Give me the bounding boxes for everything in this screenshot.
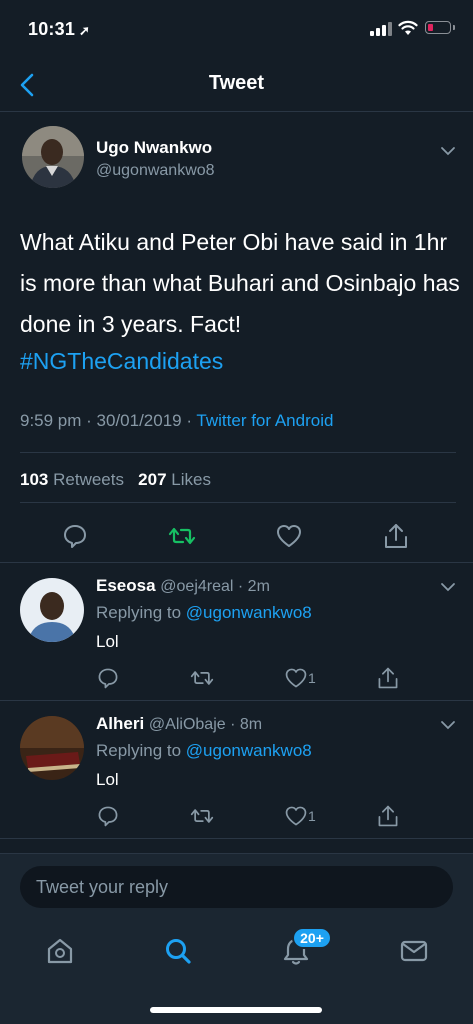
home-icon[interactable] xyxy=(44,935,76,967)
replying-prefix: Replying to xyxy=(96,741,186,760)
share-icon[interactable] xyxy=(376,804,400,828)
tweet-source-link[interactable]: Twitter for Android xyxy=(196,411,333,430)
tweet-timestamp: 9:59 pm · 30/01/2019 · xyxy=(20,411,197,430)
comment-icon[interactable] xyxy=(96,804,120,828)
replying-to: Replying to @ugonwankwo8 xyxy=(96,603,312,623)
tweet-stats: 103 Retweets 207 Likes xyxy=(20,470,211,490)
reply-item[interactable]: Alheri @AliObaje · 8m Replying to @ugonw… xyxy=(0,700,473,838)
chevron-down-icon[interactable] xyxy=(440,146,456,156)
search-icon[interactable] xyxy=(162,935,194,967)
retweet-icon[interactable] xyxy=(190,666,214,690)
chevron-down-icon[interactable] xyxy=(440,582,456,592)
comment-icon[interactable] xyxy=(61,522,89,550)
author-handle[interactable]: @ugonwankwo8 xyxy=(96,162,215,180)
avatar[interactable] xyxy=(20,716,84,780)
tweet-actions xyxy=(0,512,473,560)
tweet-meta: 9:59 pm · 30/01/2019 · Twitter for Andro… xyxy=(20,411,333,431)
reply-author-handle[interactable]: @oej4real · 2m xyxy=(160,578,270,595)
heart-icon[interactable] xyxy=(275,522,303,550)
location-arrow-icon: ➚ xyxy=(79,23,91,38)
replying-prefix: Replying to xyxy=(96,603,186,622)
likes-label[interactable]: Likes xyxy=(171,470,211,489)
reply-author[interactable]: Eseosa @oej4real · 2m xyxy=(96,576,270,596)
cellular-signal-icon xyxy=(370,22,392,36)
retweets-count[interactable]: 103 xyxy=(20,470,48,489)
author-name[interactable]: Ugo Nwankwo xyxy=(96,138,212,158)
mail-icon[interactable] xyxy=(398,935,430,967)
divider xyxy=(0,838,473,839)
chevron-down-icon[interactable] xyxy=(440,720,456,730)
divider xyxy=(20,502,456,503)
retweets-label[interactable]: Retweets xyxy=(53,470,124,489)
nav-header: Tweet xyxy=(0,58,473,112)
divider xyxy=(20,452,456,453)
likes-count[interactable]: 207 xyxy=(138,470,166,489)
avatar[interactable] xyxy=(20,578,84,642)
reply-input[interactable] xyxy=(20,866,453,908)
share-icon[interactable] xyxy=(382,522,410,550)
replying-to-link[interactable]: @ugonwankwo8 xyxy=(186,603,312,622)
tweet-detail: Ugo Nwankwo @ugonwankwo8 What Atiku and … xyxy=(0,112,473,562)
retweet-icon[interactable] xyxy=(190,804,214,828)
reply-item[interactable]: Eseosa @oej4real · 2m Replying to @ugonw… xyxy=(0,562,473,700)
status-time: 10:31 ➚ xyxy=(28,19,90,40)
replying-to-link[interactable]: @ugonwankwo8 xyxy=(186,741,312,760)
like-count: 1 xyxy=(308,808,316,824)
reply-text: Lol xyxy=(96,770,119,789)
reply-text: Lol xyxy=(96,632,119,651)
like-count: 1 xyxy=(308,670,316,686)
heart-icon[interactable] xyxy=(284,666,308,690)
reply-author-name[interactable]: Alheri xyxy=(96,714,144,733)
reply-author[interactable]: Alheri @AliObaje · 8m xyxy=(96,714,262,734)
comment-icon[interactable] xyxy=(96,666,120,690)
page-title: Tweet xyxy=(208,72,265,94)
notifications-badge: 20+ xyxy=(292,927,332,949)
retweet-icon[interactable] xyxy=(168,522,196,550)
reply-author-name[interactable]: Eseosa xyxy=(96,576,156,595)
reply-author-handle[interactable]: @AliObaje · 8m xyxy=(149,716,262,733)
status-bar: 10:31 ➚ xyxy=(0,0,473,58)
battery-icon xyxy=(425,21,455,34)
avatar[interactable] xyxy=(22,126,84,188)
status-time-text: 10:31 xyxy=(28,19,76,39)
hashtag-link[interactable]: #NGTheCandidates xyxy=(20,348,223,375)
heart-icon[interactable] xyxy=(284,804,308,828)
tab-bar: 20+ xyxy=(0,921,473,1024)
home-indicator xyxy=(150,1007,322,1013)
wifi-icon xyxy=(398,20,418,35)
replying-to: Replying to @ugonwankwo8 xyxy=(96,741,312,761)
share-icon[interactable] xyxy=(376,666,400,690)
tweet-text: What Atiku and Peter Obi have said in 1h… xyxy=(20,229,460,337)
